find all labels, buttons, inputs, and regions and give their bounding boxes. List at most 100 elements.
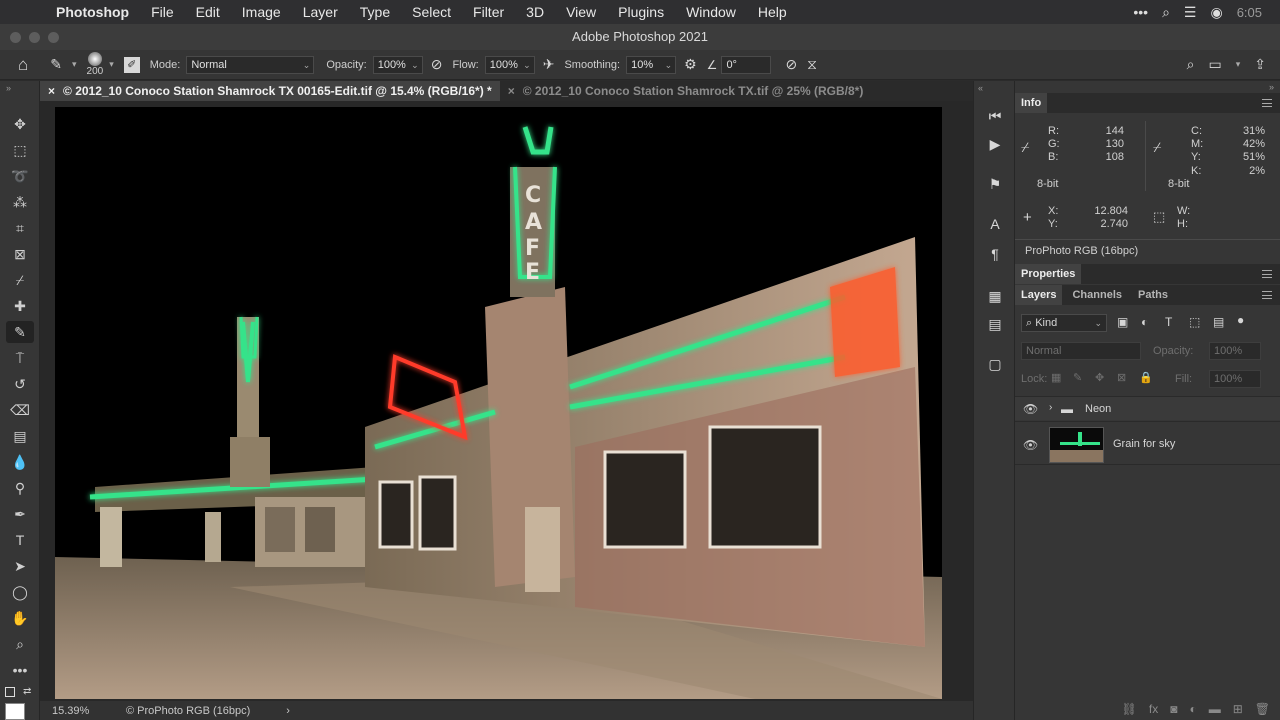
filter-shape-icon[interactable]: ⬚ — [1189, 315, 1200, 329]
frame-tool-icon[interactable]: ⊠ — [6, 243, 34, 265]
brush-preset-dropdown-icon[interactable]: ▾ — [72, 59, 77, 70]
adjustment-layer-icon[interactable]: ◐ — [1189, 702, 1196, 716]
brush-settings-panel-icon[interactable]: ✐ — [123, 56, 140, 73]
fx-icon[interactable]: fx — [1149, 702, 1158, 716]
paragraph-panel-icon[interactable]: ¶ — [982, 243, 1008, 265]
libraries-panel-icon[interactable]: ▦ — [982, 285, 1008, 307]
tab-conoco-original[interactable]: × © 2012_10 Conoco Station Shamrock TX.t… — [500, 81, 872, 101]
lock-transparent-icon[interactable]: ▦ — [1051, 371, 1061, 384]
menu-type[interactable]: Type — [349, 4, 401, 20]
menu-image[interactable]: Image — [231, 4, 292, 20]
workspace-icon[interactable]: ▭ — [1209, 56, 1222, 73]
blend-mode-select[interactable]: Normal — [1021, 342, 1141, 360]
document-canvas[interactable]: C A F E — [55, 107, 942, 699]
character-styles-icon[interactable]: ⚑ — [982, 173, 1008, 195]
filter-toggle-icon[interactable]: ● — [1237, 313, 1244, 327]
ellipse-tool-icon[interactable]: ◯ — [6, 581, 34, 603]
quick-selection-tool-icon[interactable]: ⁂ — [6, 191, 34, 213]
actions-panel-icon[interactable]: ▶ — [982, 133, 1008, 155]
layer-row-neon[interactable]: 👁 › ▬ Neon — [1015, 396, 1280, 420]
menu-window[interactable]: Window — [675, 4, 747, 20]
default-colors-icon[interactable] — [5, 687, 15, 697]
canvas-area[interactable]: C A F E — [40, 101, 973, 701]
filter-type-icon[interactable]: T — [1165, 315, 1172, 329]
menu-layer[interactable]: Layer — [292, 4, 349, 20]
lock-position-icon[interactable]: ✥ — [1095, 371, 1104, 384]
tab-conoco-edit[interactable]: × © 2012_10 Conoco Station Shamrock TX 0… — [40, 81, 500, 101]
brush-size-picker[interactable]: 200 — [87, 52, 103, 77]
brush-preset-icon[interactable]: ✎ — [50, 56, 62, 73]
symmetry-icon[interactable]: ⧖ — [807, 56, 817, 73]
history-brush-tool-icon[interactable]: ↺ — [6, 373, 34, 395]
link-layers-icon[interactable]: ⛓ — [1122, 702, 1137, 716]
new-layer-icon[interactable]: ⊞ — [1233, 702, 1243, 716]
airbrush-icon[interactable]: ✈ — [543, 56, 555, 73]
workspace-dropdown-icon[interactable]: ▾ — [1236, 59, 1241, 70]
spotlight-search-icon[interactable]: ⌕ — [1162, 4, 1170, 21]
minimize-window-button[interactable] — [29, 32, 40, 43]
edit-toolbar-icon[interactable]: ••• — [6, 659, 34, 681]
fill-input[interactable]: 100% — [1209, 370, 1261, 388]
zoom-window-button[interactable] — [48, 32, 59, 43]
status-menu-arrow-icon[interactable]: › — [286, 705, 290, 717]
lock-artboard-icon[interactable]: ⊠ — [1117, 371, 1126, 384]
home-icon[interactable]: ⌂ — [18, 55, 28, 75]
path-selection-tool-icon[interactable]: ➤ — [6, 555, 34, 577]
close-tab-icon[interactable]: × — [48, 81, 55, 101]
smoothing-input[interactable]: 10% ⌄ — [626, 55, 677, 74]
tab-channels[interactable]: Channels — [1062, 285, 1128, 305]
zoom-tool-icon[interactable]: ⌕ — [6, 633, 34, 655]
new-group-icon[interactable]: ▬ — [1209, 702, 1221, 716]
collapse-toolbar-icon[interactable]: » — [6, 83, 11, 93]
add-mask-icon[interactable]: ◙ — [1170, 702, 1177, 716]
share-icon[interactable]: ⇪ — [1254, 56, 1266, 73]
eyedropper-tool-icon[interactable]: ⌿ — [6, 269, 34, 291]
tab-properties[interactable]: Properties — [1015, 264, 1082, 284]
close-window-button[interactable] — [10, 32, 21, 43]
crop-tool-icon[interactable]: ⌗ — [6, 217, 34, 239]
dodge-tool-icon[interactable]: ⚲ — [6, 477, 34, 499]
eraser-tool-icon[interactable]: ⌫ — [6, 399, 34, 421]
expand-panels-icon[interactable]: « — [978, 83, 983, 93]
history-panel-icon[interactable]: ⏮ — [982, 105, 1008, 127]
gear-icon[interactable]: ⚙ — [684, 56, 697, 73]
filter-pixel-icon[interactable]: ▣ — [1117, 315, 1128, 329]
lock-all-icon[interactable]: 🔒 — [1139, 371, 1153, 384]
character-panel-icon[interactable]: A — [982, 213, 1008, 235]
more-icon[interactable]: ••• — [1133, 4, 1148, 20]
zoom-level[interactable]: 15.39% — [40, 705, 110, 717]
filter-adjustment-icon[interactable]: ◐ — [1141, 315, 1148, 329]
layer-opacity-input[interactable]: 100% — [1209, 342, 1261, 360]
trash-icon[interactable]: 🗑 — [1255, 702, 1270, 716]
tab-layers[interactable]: Layers — [1015, 285, 1063, 305]
menu-plugins[interactable]: Plugins — [607, 4, 675, 20]
layer-row-grain-for-sky[interactable]: 👁 Grain for sky — [1015, 421, 1280, 465]
flow-input[interactable]: 100% ⌄ — [484, 55, 535, 74]
menu-view[interactable]: View — [555, 4, 607, 20]
lasso-tool-icon[interactable]: ➰ — [6, 165, 34, 187]
color-swatches[interactable]: ⇄ — [3, 685, 37, 720]
type-tool-icon[interactable]: T — [6, 529, 34, 551]
swap-colors-icon[interactable]: ⇄ — [23, 686, 31, 697]
foreground-color-swatch[interactable] — [5, 703, 25, 720]
healing-brush-tool-icon[interactable]: ✚ — [6, 295, 34, 317]
menu-edit[interactable]: Edit — [185, 4, 231, 20]
menu-app-name[interactable]: Photoshop — [56, 4, 140, 20]
lock-image-icon[interactable]: ✎ — [1073, 371, 1082, 384]
pressure-opacity-icon[interactable]: ⊘ — [431, 56, 443, 73]
collapse-dock-icon[interactable]: » — [1269, 82, 1274, 92]
pressure-size-icon[interactable]: ⊘ — [785, 56, 797, 73]
menu-select[interactable]: Select — [401, 4, 462, 20]
marquee-tool-icon[interactable]: ⬚ — [6, 139, 34, 161]
navigator-panel-icon[interactable]: ▢ — [982, 353, 1008, 375]
layer-name[interactable]: Neon — [1085, 403, 1111, 415]
close-tab-icon[interactable]: × — [508, 81, 515, 101]
pen-tool-icon[interactable]: ✒ — [6, 503, 34, 525]
gradient-tool-icon[interactable]: ▤ — [6, 425, 34, 447]
panel-menu-icon[interactable] — [1262, 291, 1272, 299]
layer-filter-select[interactable]: ⌕ Kind ⌄ — [1021, 314, 1107, 332]
tab-paths[interactable]: Paths — [1128, 285, 1174, 305]
clone-stamp-tool-icon[interactable]: ⍑ — [6, 347, 34, 369]
control-center-icon[interactable]: ☰ — [1184, 4, 1197, 21]
brush-tool-icon[interactable]: ✎ — [6, 321, 34, 343]
